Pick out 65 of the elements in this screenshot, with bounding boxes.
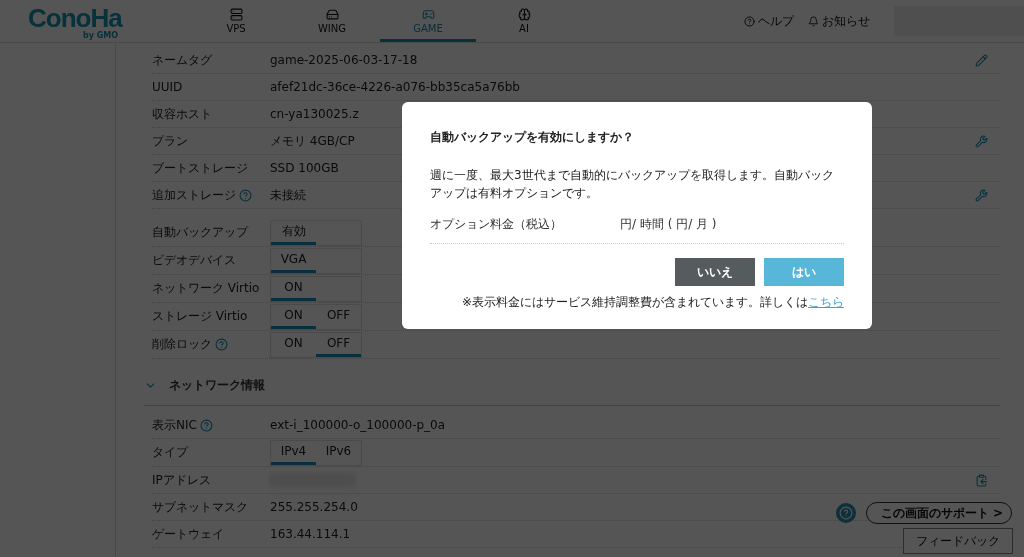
feedback-button[interactable]: フィードバック (903, 528, 1013, 554)
field-label: プラン (152, 132, 188, 150)
field-label: ストレージ Virtio (152, 308, 248, 325)
nav-tab[interactable]: AI (476, 0, 572, 42)
section-title: ネットワーク情報 (169, 376, 265, 394)
toggle-option[interactable]: 有効 (271, 220, 316, 245)
field-value: メモリ 4GB/CP (270, 132, 355, 150)
wrench-icon[interactable] (975, 134, 988, 148)
field-value: 未接続 (270, 186, 306, 204)
header-link[interactable]: ヘルプ (744, 12, 794, 30)
help-icon (836, 503, 856, 523)
cancel-button[interactable]: いいえ (675, 258, 755, 286)
fee-note: ※表示料金にはサービス維持調整費が含まれています。詳しくはこちら (460, 294, 844, 311)
wrench-icon[interactable] (975, 188, 988, 202)
toggle-option[interactable]: OFF (316, 304, 361, 329)
field-label: タイプ (152, 444, 188, 461)
field-label: 追加ストレージ (152, 186, 236, 204)
field-value: 255.255.254.0 (270, 500, 358, 514)
field-label: ネットワーク Virtio (152, 280, 260, 297)
field-value: game-2025-06-03-17-18 (270, 53, 418, 67)
field-value: 163.44.114.1 (270, 527, 351, 541)
bell-icon (808, 15, 819, 27)
copy-icon[interactable] (975, 473, 988, 487)
field-value: SSD 100GB (270, 161, 339, 175)
field-label: ネームタグ (152, 51, 212, 69)
nav-tab[interactable]: WING (284, 0, 380, 42)
server-rack-icon (325, 8, 339, 21)
server-icon (229, 8, 243, 21)
help-icon[interactable] (199, 418, 213, 432)
field-label: ブートストレージ (152, 159, 248, 177)
support-button[interactable]: この画面のサポート > (865, 502, 1012, 524)
header-link[interactable]: お知らせ (808, 12, 870, 30)
nav-tab[interactable]: VPS (188, 0, 284, 42)
field-label: UUID (152, 80, 183, 94)
toggle-option[interactable]: ON (271, 304, 316, 329)
toggle-option[interactable]: VGA (271, 248, 316, 273)
help-icon[interactable] (215, 338, 228, 351)
toggle-option[interactable]: ON (271, 276, 316, 301)
field-label: 収容ホスト (152, 105, 212, 123)
field-label: IPアドレス (152, 471, 211, 489)
help-icon[interactable] (239, 188, 252, 202)
field-label: 自動バックアップ (152, 224, 248, 241)
toggle-option[interactable]: OFF (316, 332, 361, 357)
field-label: ゲートウェイ (152, 525, 224, 543)
dialog-text: 週に一度、最大3世代まで自動的にバックアップを取得します。自動バックアップは有料オプションです。 (430, 167, 835, 202)
brain-icon (517, 8, 531, 21)
field-value: cn-ya130025.z (270, 107, 359, 121)
toggle-option[interactable]: ON (271, 332, 316, 357)
nav-tab[interactable]: GAME (380, 0, 476, 42)
field-label: サブネットマスク (152, 498, 248, 516)
dialog-title: 自動バックアップを有効にしますか？ (430, 129, 635, 146)
gamepad-icon (421, 8, 435, 21)
logo[interactable]: ConoHa by GMO (0, 2, 188, 40)
fee-value: 円/ 時間 ( 円/ 月 ) (620, 216, 717, 233)
toggle-option[interactable]: IPv6 (316, 440, 361, 465)
fee-label: オプション料金（税込） (430, 216, 563, 233)
field-value: afef21dc-36ce-4226-a076-bb35ca5a76bb (270, 80, 520, 94)
field-label: ビデオデバイス (152, 252, 236, 269)
details-link[interactable]: こちら (808, 295, 844, 309)
field-value: ext-i_100000-o_100000-p_0a (270, 418, 446, 432)
field-label: 表示NIC (152, 416, 197, 434)
confirm-button[interactable]: はい (764, 258, 844, 286)
toggle-option[interactable]: IPv4 (271, 440, 316, 465)
pencil-icon[interactable] (975, 53, 988, 67)
help-icon (744, 15, 755, 27)
